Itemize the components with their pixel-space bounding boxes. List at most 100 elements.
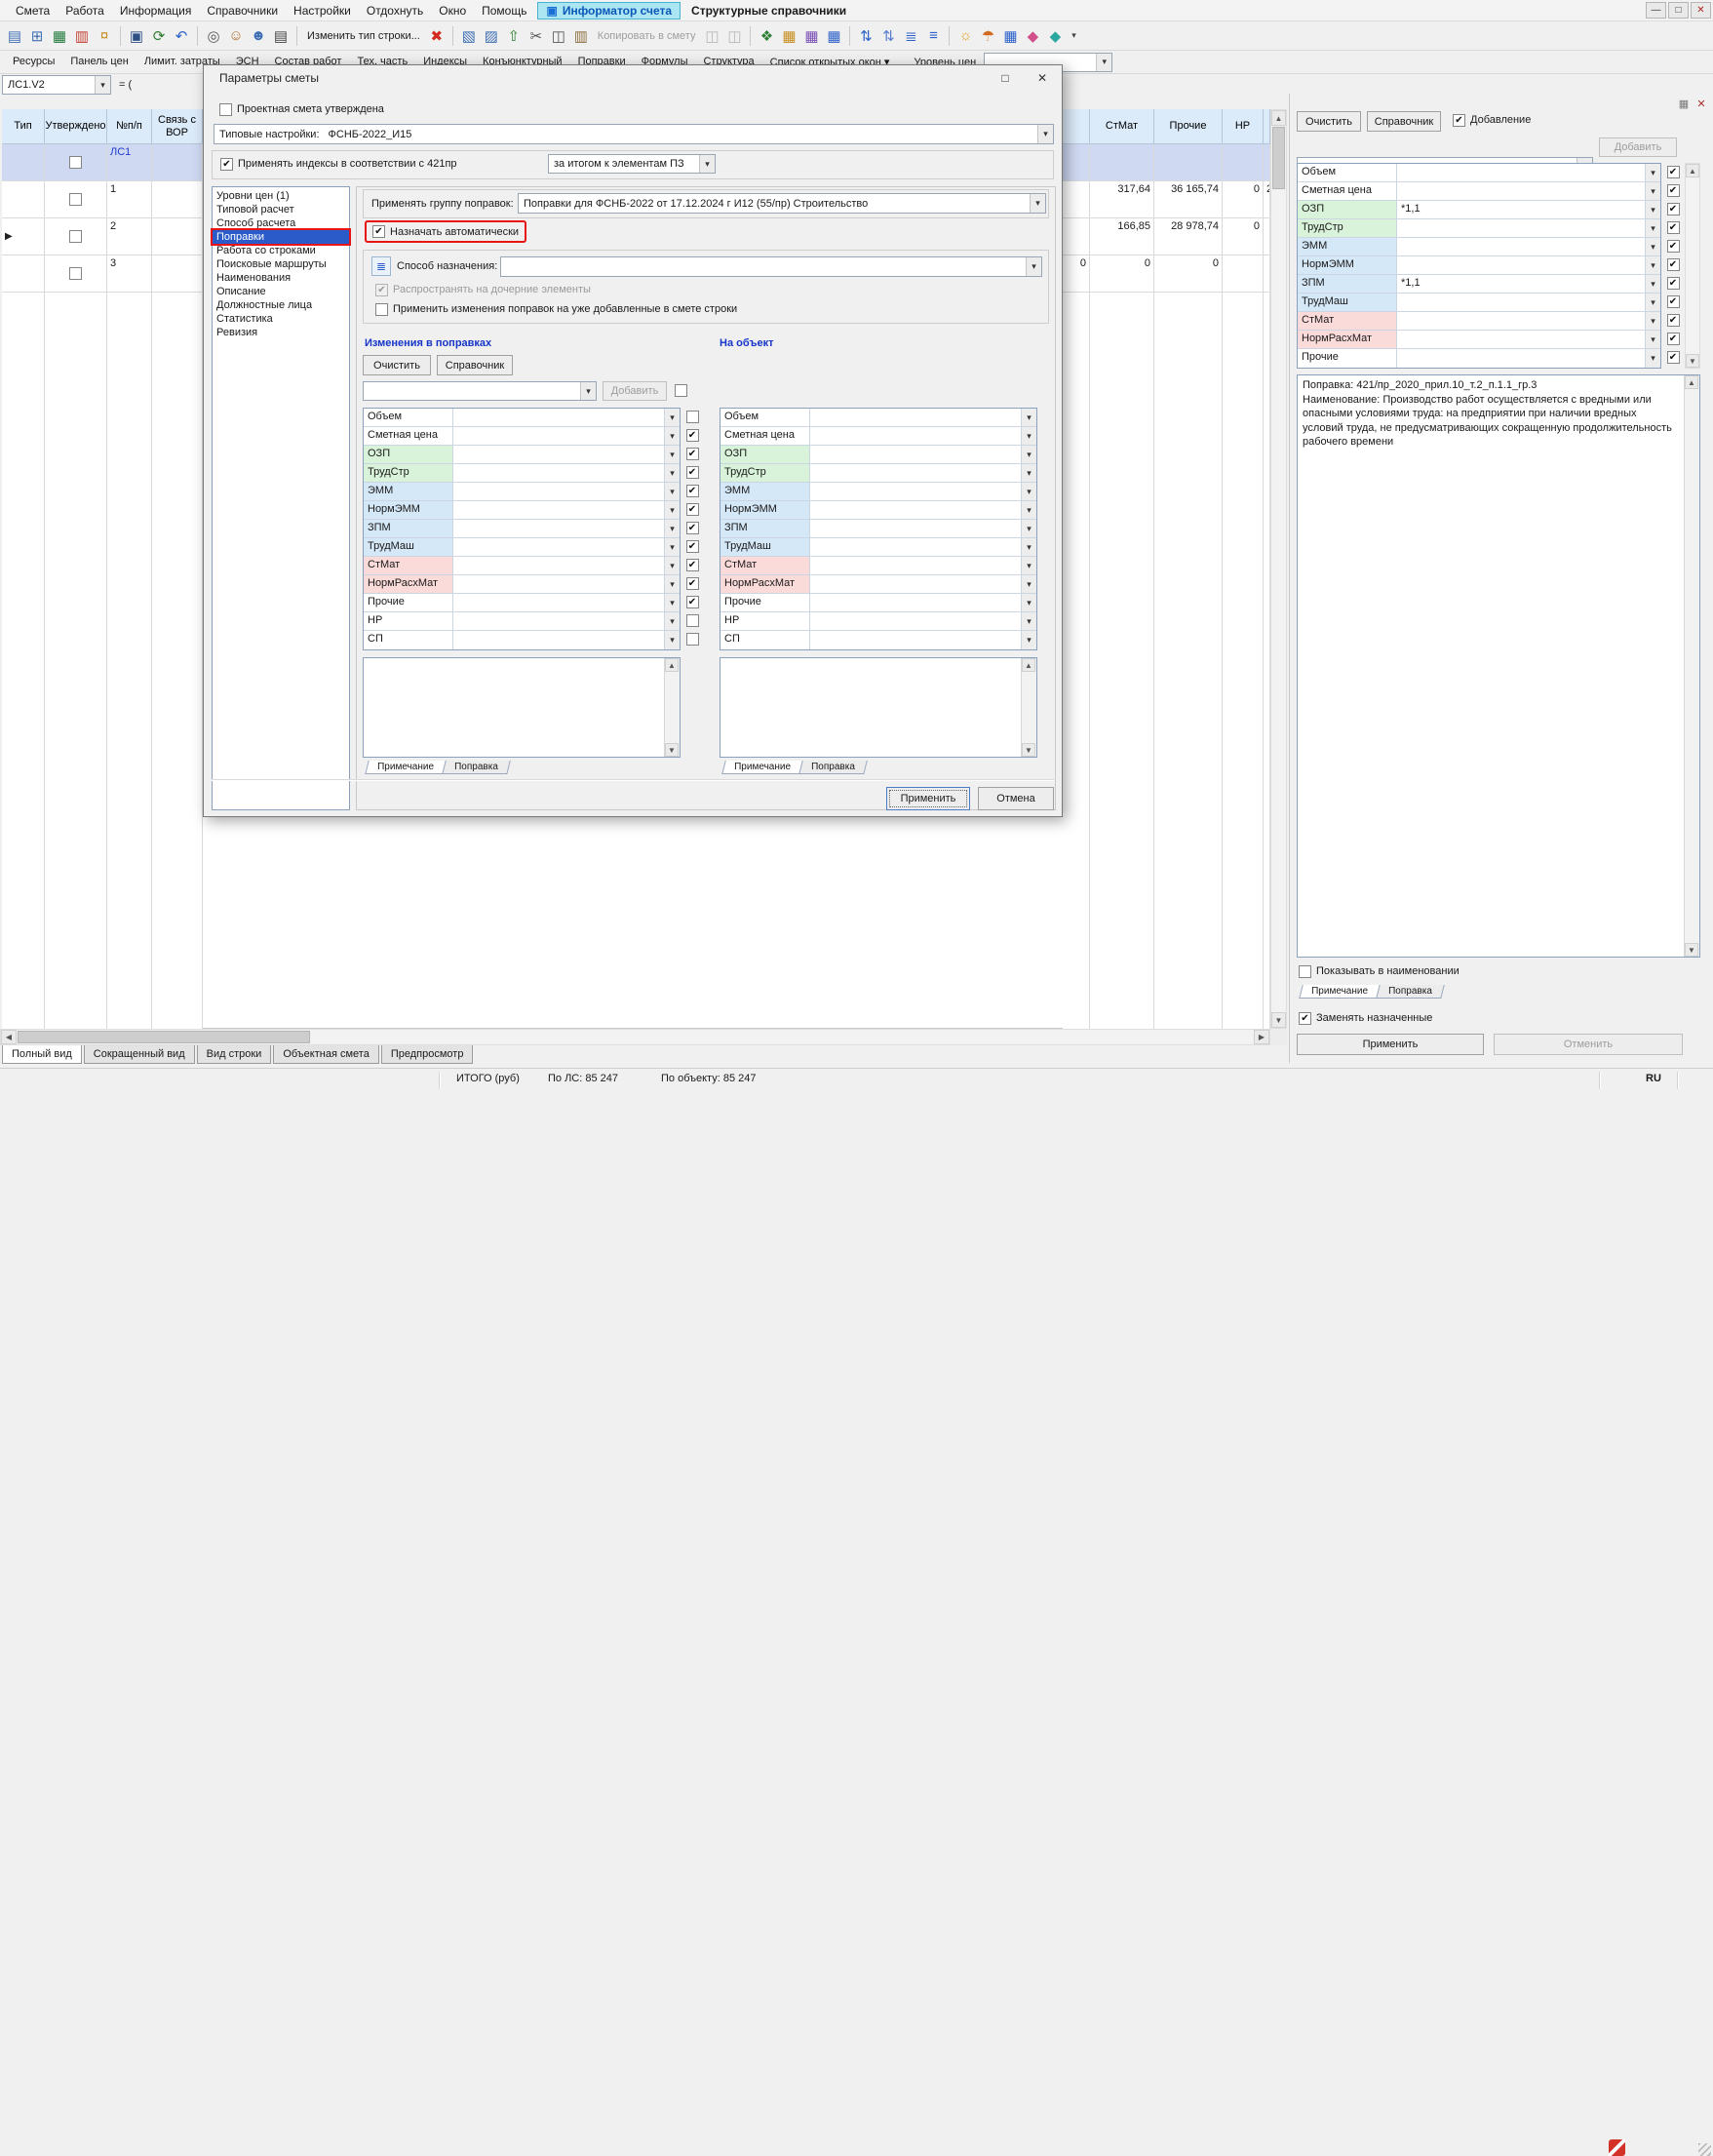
row-approved-checkbox[interactable] xyxy=(69,230,82,243)
dialog-nav-item-10[interactable]: Ревизия xyxy=(213,326,349,339)
dialog-nav-item-6[interactable]: Наименования xyxy=(213,271,349,285)
menu-item-5[interactable]: Отдохнуть xyxy=(359,2,431,20)
view-tab-2[interactable]: Вид строки xyxy=(197,1045,272,1064)
clear-button[interactable]: Очистить xyxy=(363,355,431,375)
view-tab-4[interactable]: Предпросмотр xyxy=(381,1045,474,1064)
dialog-close-icon[interactable]: ✕ xyxy=(1025,66,1060,90)
param-value-field[interactable] xyxy=(810,538,1021,556)
param-value-field[interactable] xyxy=(810,520,1021,537)
column-header-НР[interactable]: НР xyxy=(1223,109,1264,144)
eraser-icon[interactable]: ◆ xyxy=(1022,25,1043,47)
param-dropdown-arrow-icon[interactable] xyxy=(664,612,680,630)
param-checkbox[interactable] xyxy=(1667,333,1680,345)
add-button[interactable]: Добавить xyxy=(603,381,667,401)
row-approved-checkbox[interactable] xyxy=(69,267,82,280)
param-dropdown-arrow-icon[interactable] xyxy=(664,575,680,593)
param-value-field[interactable] xyxy=(810,409,1021,426)
apply-existing-rows-checkbox[interactable] xyxy=(375,303,388,316)
scrollbar-thumb[interactable] xyxy=(1272,127,1285,189)
param-dropdown-arrow-icon[interactable] xyxy=(1645,164,1660,181)
column-header-blank[interactable] xyxy=(1063,109,1090,144)
search-icon[interactable]: ◎ xyxy=(203,25,224,47)
print-icon[interactable]: ▤ xyxy=(270,25,292,47)
adding-checkbox[interactable] xyxy=(1453,114,1465,127)
param-value-field[interactable] xyxy=(1397,238,1645,255)
refresh-icon[interactable]: ⟳ xyxy=(148,25,170,47)
param-dropdown-arrow-icon[interactable] xyxy=(1645,294,1660,311)
param-checkbox[interactable] xyxy=(686,596,699,608)
menu-item-6[interactable]: Окно xyxy=(431,2,474,20)
sort-asc-icon[interactable]: ⇅ xyxy=(855,25,876,47)
minimize-button[interactable]: — xyxy=(1646,2,1666,19)
param-dropdown-arrow-icon[interactable] xyxy=(1021,501,1036,519)
param-checkbox[interactable] xyxy=(1667,295,1680,308)
param-value-field[interactable] xyxy=(453,612,664,630)
estimate-selector-combo[interactable]: ЛС1.V2 xyxy=(2,75,111,95)
scroll-right-icon[interactable]: ▶ xyxy=(1254,1030,1269,1044)
param-checkbox[interactable] xyxy=(1667,221,1680,234)
panel-reference-button[interactable]: Справочник xyxy=(1367,111,1441,132)
tab-correction[interactable]: Поправка xyxy=(798,761,867,774)
dialog-nav-item-8[interactable]: Должностные лица xyxy=(213,298,349,312)
vertical-scrollbar[interactable]: ▲ ▼ xyxy=(1270,109,1287,1029)
param-dropdown-arrow-icon[interactable] xyxy=(1645,275,1660,293)
param-dropdown-arrow-icon[interactable] xyxy=(664,501,680,519)
resize-grip[interactable] xyxy=(1698,2143,1711,2156)
param-value-field[interactable] xyxy=(810,575,1021,593)
param-value-field[interactable] xyxy=(453,631,664,649)
param-dropdown-arrow-icon[interactable] xyxy=(1645,219,1660,237)
insert-row-icon[interactable]: ▨ xyxy=(481,25,502,47)
scrollbar-thumb[interactable] xyxy=(18,1031,310,1043)
param-value-field[interactable]: *1,1 xyxy=(1397,201,1645,218)
paste-icon[interactable]: ▥ xyxy=(570,25,592,47)
param-value-field[interactable] xyxy=(810,501,1021,519)
correction-select-combo[interactable] xyxy=(363,381,597,401)
combo-arrow-icon[interactable] xyxy=(95,76,110,94)
menu-item-0[interactable]: Смета xyxy=(8,2,58,20)
param-checkbox[interactable] xyxy=(1667,277,1680,290)
param-value-field[interactable] xyxy=(810,483,1021,500)
dialog-apply-button[interactable]: Применить xyxy=(886,787,970,810)
param-checkbox[interactable] xyxy=(686,614,699,627)
tab-correction[interactable]: Поправка xyxy=(442,761,510,774)
param-checkbox[interactable] xyxy=(686,429,699,442)
maximize-button[interactable]: □ xyxy=(1668,2,1689,19)
column-header-СтМат[interactable]: СтМат xyxy=(1090,109,1154,144)
pdf-icon[interactable]: ▥ xyxy=(71,25,93,47)
panel-cancel-button[interactable]: Отменить xyxy=(1494,1034,1683,1055)
tree-view-icon[interactable]: ▤ xyxy=(4,25,25,47)
dialog-maximize-icon[interactable]: □ xyxy=(988,66,1023,90)
param-value-field[interactable] xyxy=(1397,349,1645,368)
column-header-1[interactable]: Утверждено xyxy=(45,109,107,144)
param-value-field[interactable] xyxy=(453,409,664,426)
panel-close-icon[interactable]: ✕ xyxy=(1694,97,1708,110)
copy-to-estimate-icon-2[interactable]: ◫ xyxy=(723,25,745,47)
dialog-nav-item-1[interactable]: Типовой расчет xyxy=(213,203,349,216)
param-dropdown-arrow-icon[interactable] xyxy=(664,520,680,537)
param-dropdown-arrow-icon[interactable] xyxy=(1021,520,1036,537)
replace-assigned-checkbox[interactable] xyxy=(1299,1012,1311,1025)
price-panel-button[interactable]: Панель цен xyxy=(63,53,135,71)
scroll-down-icon[interactable]: ▼ xyxy=(1271,1012,1286,1028)
project-approved-checkbox[interactable] xyxy=(219,103,232,116)
combo-arrow-icon[interactable] xyxy=(1030,194,1045,213)
param-value-field[interactable]: *1,1 xyxy=(1397,275,1645,293)
param-value-field[interactable] xyxy=(1397,219,1645,237)
param-dropdown-arrow-icon[interactable] xyxy=(1021,427,1036,445)
dialog-cancel-button[interactable]: Отмена xyxy=(978,787,1054,810)
param-value-field[interactable] xyxy=(453,557,664,574)
param-dropdown-arrow-icon[interactable] xyxy=(1021,409,1036,426)
menu-item-1[interactable]: Работа xyxy=(58,2,112,20)
column-header-Прочие[interactable]: Прочие xyxy=(1154,109,1223,144)
param-checkbox[interactable] xyxy=(1667,166,1680,178)
param-dropdown-arrow-icon[interactable] xyxy=(1021,575,1036,593)
dialog-nav-item-0[interactable]: Уровни цен (1) xyxy=(213,189,349,203)
param-dropdown-arrow-icon[interactable] xyxy=(1021,631,1036,649)
tab-note[interactable]: Примечание xyxy=(721,761,802,774)
users-icon[interactable]: ☻ xyxy=(248,25,269,47)
combo-arrow-icon[interactable] xyxy=(1096,54,1111,71)
param-dropdown-arrow-icon[interactable] xyxy=(1021,446,1036,463)
reference-button[interactable]: Справочник xyxy=(437,355,513,375)
panel-apply-button[interactable]: Применить xyxy=(1297,1034,1484,1055)
param-value-field[interactable] xyxy=(453,538,664,556)
